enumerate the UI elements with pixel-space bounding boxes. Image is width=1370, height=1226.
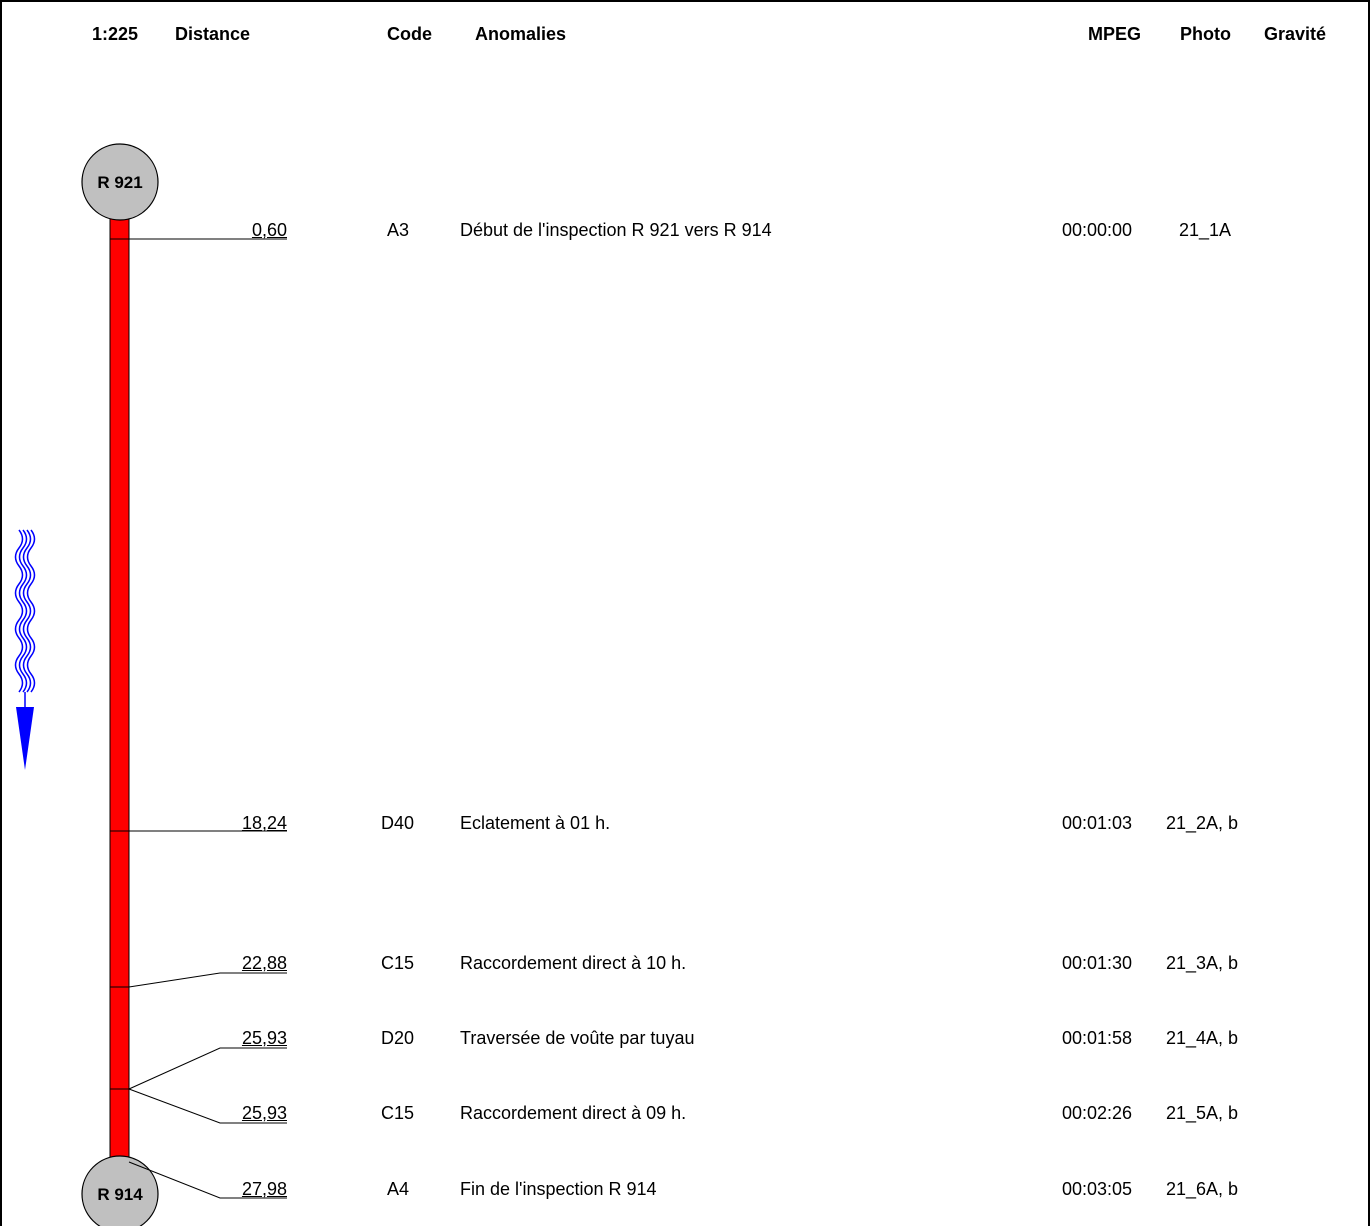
row-anomalie: Fin de l'inspection R 914 — [460, 1179, 657, 1199]
row-code: C15 — [381, 953, 415, 973]
row-anomalie: Eclatement à 01 h. — [460, 813, 611, 833]
row-distance: 25,93 — [241, 1103, 287, 1123]
row-distance: 22,88 — [241, 953, 287, 973]
row-mpeg: 00:01:30 — [1062, 953, 1133, 973]
row-mpeg: 00:01:03 — [1062, 813, 1133, 833]
row-distance: 18,24 — [241, 813, 287, 833]
inspection-report-page: 1:225 Distance Code Anomalies MPEG Photo… — [0, 0, 1370, 1226]
row-mpeg: 00:01:58 — [1062, 1028, 1133, 1048]
row-photo: 21_6A, b — [1166, 1179, 1239, 1199]
flow-direction-arrow-icon — [14, 529, 36, 770]
row-distance: 27,98 — [241, 1179, 287, 1199]
row-anomalie: Traversée de voûte par tuyau — [460, 1028, 695, 1048]
row-photo: 21_2A, b — [1166, 813, 1239, 833]
row-code: A4 — [387, 1179, 410, 1199]
row-code: C15 — [381, 1103, 415, 1123]
row-distance: 25,93 — [241, 1028, 287, 1048]
row-mpeg: 00:00:00 — [1062, 220, 1133, 240]
row-code: D20 — [381, 1028, 415, 1048]
row-anomalie: Raccordement direct à 10 h. — [460, 953, 687, 973]
end-manhole-label: R 914 — [97, 1185, 143, 1204]
row-mpeg: 00:03:05 — [1062, 1179, 1133, 1199]
start-manhole-label: R 921 — [97, 173, 142, 192]
row-anomalie: Début de l'inspection R 921 vers R 914 — [460, 220, 772, 240]
row-code: A3 — [387, 220, 410, 240]
row-code: D40 — [381, 813, 415, 833]
row-photo: 21_3A, b — [1166, 953, 1239, 973]
row-photo: 21_5A, b — [1166, 1103, 1239, 1123]
start-manhole: R 921 — [81, 143, 159, 221]
row-photo: 21_4A, b — [1166, 1028, 1239, 1048]
row-photo: 21_1A — [1179, 220, 1232, 240]
row-mpeg: 00:02:26 — [1062, 1103, 1133, 1123]
leader-line — [128, 1047, 287, 1090]
pipe-segment — [109, 211, 130, 1173]
row-anomalie: Raccordement direct à 09 h. — [460, 1103, 687, 1123]
row-distance: 0,60 — [251, 220, 287, 240]
leader-line — [128, 972, 287, 988]
leader-lines — [110, 238, 287, 1199]
end-manhole: R 914 — [81, 1155, 159, 1226]
